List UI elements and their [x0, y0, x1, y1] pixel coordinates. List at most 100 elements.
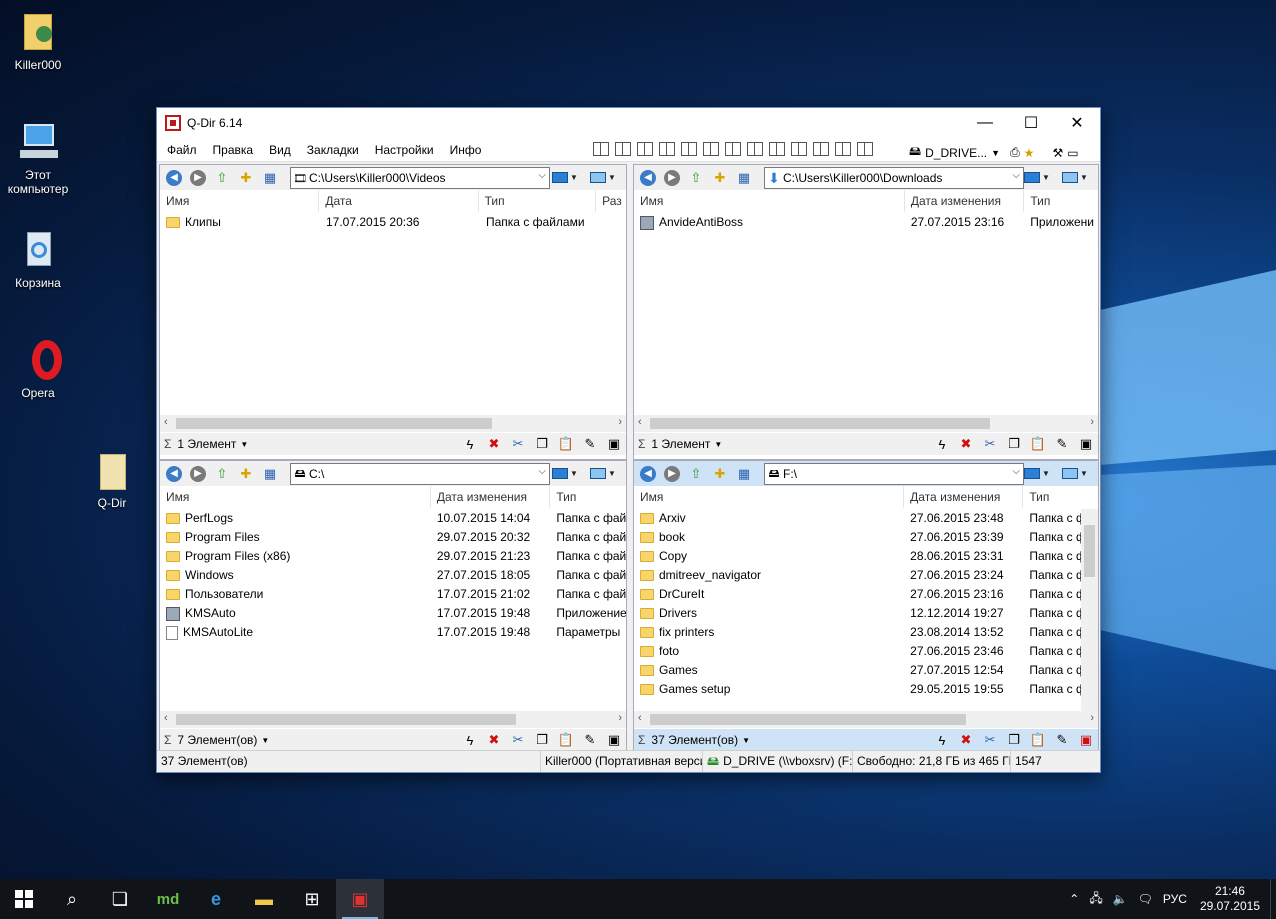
- view-mode-icon[interactable]: ▦: [259, 168, 281, 188]
- table-row[interactable]: Games setup 29.05.2015 19:55 Папка с ф: [634, 680, 1081, 699]
- forward-icon[interactable]: ▶: [661, 464, 683, 484]
- lightning-icon[interactable]: ϟ: [932, 435, 952, 453]
- scroll-left-icon[interactable]: ‹: [164, 416, 168, 428]
- column-header-date[interactable]: Дата изменения: [431, 486, 551, 508]
- desktop-icon-this-pc[interactable]: Этот компьютер: [0, 120, 78, 196]
- paste-icon[interactable]: 📋: [1028, 731, 1048, 749]
- language-indicator[interactable]: РУС: [1158, 892, 1192, 906]
- properties-icon[interactable]: ▣: [604, 435, 624, 453]
- network-icon[interactable]: 🖧: [1084, 889, 1107, 910]
- menu-settings[interactable]: Настройки: [367, 143, 442, 157]
- column-header-type[interactable]: Тип: [550, 486, 626, 508]
- item-count[interactable]: 1 Элемент: [177, 437, 236, 451]
- monitor-icon[interactable]: ▼: [552, 169, 586, 185]
- chevron-down-icon[interactable]: ▼: [714, 440, 722, 449]
- layout-icon[interactable]: [747, 142, 763, 156]
- minimize-button[interactable]: —: [962, 108, 1008, 138]
- layout-icon[interactable]: [659, 142, 675, 156]
- cut-icon[interactable]: ✂: [980, 731, 1000, 749]
- notification-icon[interactable]: 🗨: [1133, 892, 1158, 906]
- column-header-size[interactable]: Раз: [596, 190, 626, 212]
- back-icon[interactable]: ◀: [163, 168, 185, 188]
- table-row[interactable]: Program Files 29.07.2015 20:32 Папка с ф…: [160, 528, 626, 547]
- md-app-icon[interactable]: md: [144, 879, 192, 919]
- paste-icon[interactable]: 📋: [556, 435, 576, 453]
- back-icon[interactable]: ◀: [163, 464, 185, 484]
- menu-file[interactable]: Файл: [159, 143, 205, 157]
- paste-icon[interactable]: 📋: [1028, 435, 1048, 453]
- table-row[interactable]: Клипы 17.07.2015 20:36 Папка с файлами: [160, 213, 626, 232]
- paste-icon[interactable]: 📋: [556, 731, 576, 749]
- layout-icon[interactable]: [857, 142, 873, 156]
- window-mode-icon[interactable]: ▭: [1067, 146, 1078, 160]
- menu-info[interactable]: Инфо: [442, 143, 490, 157]
- new-folder-icon[interactable]: ✚: [709, 464, 731, 484]
- scroll-left-icon[interactable]: ‹: [164, 712, 168, 724]
- menu-view[interactable]: Вид: [261, 143, 299, 157]
- clock[interactable]: 21:46 29.07.2015: [1192, 884, 1270, 914]
- favorites-star-icon[interactable]: ★: [1024, 146, 1035, 160]
- table-row[interactable]: AnvideAntiBoss 27.07.2015 23:16 Приложен…: [634, 213, 1098, 232]
- desktop-icon-qdir[interactable]: Q-Dir: [72, 448, 152, 510]
- item-count[interactable]: 7 Элемент(ов): [177, 733, 257, 747]
- layout-icon[interactable]: [725, 142, 741, 156]
- column-header-name[interactable]: Имя: [634, 486, 905, 508]
- table-row[interactable]: DrCureIt 27.06.2015 23:16 Папка с ф: [634, 585, 1081, 604]
- print-icon[interactable]: ⎙: [1010, 145, 1020, 160]
- forward-icon[interactable]: ▶: [187, 464, 209, 484]
- vertical-scrollbar[interactable]: [1081, 509, 1098, 711]
- properties-icon[interactable]: ▣: [604, 731, 624, 749]
- delete-icon[interactable]: ✖: [484, 435, 504, 453]
- table-row[interactable]: Drivers 12.12.2014 19:27 Папка с ф: [634, 604, 1081, 623]
- delete-icon[interactable]: ✖: [956, 731, 976, 749]
- table-row[interactable]: Program Files (x86) 29.07.2015 21:23 Пап…: [160, 547, 626, 566]
- search-icon[interactable]: ⌕: [48, 879, 96, 919]
- rename-icon[interactable]: ✎: [1052, 435, 1072, 453]
- view-mode-icon[interactable]: ▦: [733, 464, 755, 484]
- rename-icon[interactable]: ✎: [580, 731, 600, 749]
- copy-icon[interactable]: ❐: [532, 731, 552, 749]
- table-row[interactable]: Games 27.07.2015 12:54 Папка с ф: [634, 661, 1081, 680]
- properties-icon[interactable]: ▣: [1076, 435, 1096, 453]
- table-row[interactable]: Пользователи 17.07.2015 21:02 Папка с фа…: [160, 585, 626, 604]
- table-row[interactable]: Windows 27.07.2015 18:05 Папка с фай: [160, 566, 626, 585]
- up-folder-icon[interactable]: ⇧: [211, 464, 233, 484]
- back-icon[interactable]: ◀: [637, 464, 659, 484]
- horizontal-scrollbar[interactable]: ‹ ›: [160, 415, 626, 432]
- copy-icon[interactable]: ❐: [1004, 435, 1024, 453]
- layout-icon[interactable]: [637, 142, 653, 156]
- chevron-down-icon[interactable]: ⌵: [538, 466, 546, 477]
- menu-edit[interactable]: Правка: [205, 143, 262, 157]
- new-folder-icon[interactable]: ✚: [709, 168, 731, 188]
- monitor-icon[interactable]: ▼: [590, 465, 624, 481]
- column-header-type[interactable]: Тип: [1023, 486, 1081, 508]
- up-folder-icon[interactable]: ⇧: [685, 464, 707, 484]
- layout-icon[interactable]: [791, 142, 807, 156]
- item-count[interactable]: 1 Элемент: [651, 437, 710, 451]
- store-icon[interactable]: ⊞: [288, 879, 336, 919]
- table-row[interactable]: KMSAuto 17.07.2015 19:48 Приложение: [160, 604, 626, 623]
- view-mode-icon[interactable]: ▦: [259, 464, 281, 484]
- cut-icon[interactable]: ✂: [980, 435, 1000, 453]
- horizontal-scrollbar[interactable]: ‹ ›: [634, 711, 1098, 728]
- table-row[interactable]: book 27.06.2015 23:39 Папка с ф: [634, 528, 1081, 547]
- monitor-icon[interactable]: ▼: [552, 465, 586, 481]
- column-header-name[interactable]: Имя: [160, 190, 320, 212]
- table-row[interactable]: foto 27.06.2015 23:46 Папка с ф: [634, 642, 1081, 661]
- monitor-icon[interactable]: ▼: [1062, 169, 1096, 185]
- monitor-icon[interactable]: ▼: [1024, 169, 1058, 185]
- scroll-left-icon[interactable]: ‹: [638, 712, 642, 724]
- scroll-left-icon[interactable]: ‹: [638, 416, 642, 428]
- view-mode-icon[interactable]: ▦: [733, 168, 755, 188]
- new-folder-icon[interactable]: ✚: [235, 168, 257, 188]
- monitor-icon[interactable]: ▼: [1024, 465, 1058, 481]
- delete-icon[interactable]: ✖: [484, 731, 504, 749]
- cut-icon[interactable]: ✂: [508, 731, 528, 749]
- chevron-down-icon[interactable]: ⌵: [1012, 466, 1020, 477]
- cut-icon[interactable]: ✂: [508, 435, 528, 453]
- address-bar[interactable]: 🎞 C:\Users\Killer000\Videos ⌵: [290, 167, 550, 189]
- item-count[interactable]: 37 Элемент(ов): [651, 733, 738, 747]
- column-header-date[interactable]: Дата изменения: [905, 190, 1025, 212]
- forward-icon[interactable]: ▶: [661, 168, 683, 188]
- properties-icon[interactable]: ▣: [1076, 731, 1096, 749]
